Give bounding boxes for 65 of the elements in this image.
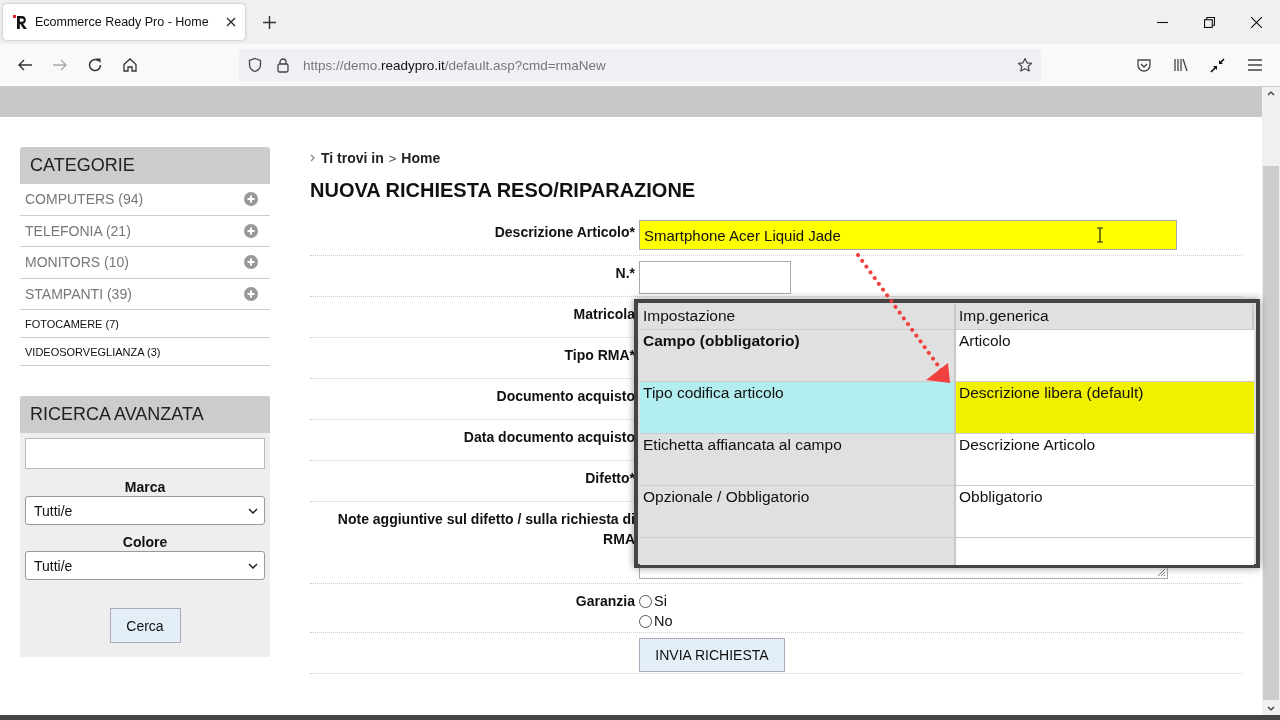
breadcrumb-label: Ti trovi in xyxy=(321,150,384,166)
field-label: Difetto* xyxy=(585,470,635,486)
browser-tab[interactable]: Ecommerce Ready Pro - Home xyxy=(3,4,245,40)
menu-icon[interactable] xyxy=(1247,57,1263,73)
star-icon[interactable] xyxy=(1017,57,1033,73)
address-bar[interactable]: https://demo.readypro.it/default.asp?cmd=rmaNew xyxy=(239,49,1041,81)
lock-icon[interactable] xyxy=(275,57,291,73)
scrollbar[interactable] xyxy=(1262,87,1280,715)
url-text: https://demo.readypro.it/default.asp?cmd=rmaNew xyxy=(303,57,607,73)
reload-icon[interactable] xyxy=(87,57,103,73)
table-cell: Descrizione libera (default) xyxy=(956,382,1254,433)
scrollbar-thumb[interactable] xyxy=(1263,166,1279,700)
shield-icon[interactable] xyxy=(247,57,263,73)
table-cell: Opzionale / Obbligatorio xyxy=(640,486,956,537)
dropdown[interactable]: Tutti/e xyxy=(25,551,265,580)
caret-icon xyxy=(248,507,258,514)
search-button[interactable]: Cerca xyxy=(109,608,181,643)
text-field[interactable] xyxy=(639,261,791,294)
back-icon[interactable] xyxy=(17,57,33,73)
close-icon[interactable] xyxy=(1251,16,1262,28)
filter-label: Colore xyxy=(122,533,168,551)
field-label: Descrizione Articolo* xyxy=(494,224,635,240)
category-item[interactable]: STAMPANTI (39) xyxy=(20,278,270,310)
radio-option[interactable]: No xyxy=(639,611,673,631)
radio-option[interactable]: Si xyxy=(639,591,667,611)
tab-title: Ecommerce Ready Pro - Home xyxy=(35,15,210,29)
table-cell: Obbligatorio xyxy=(956,486,1254,537)
field-label: Documento acquisto xyxy=(496,388,635,404)
close-icon[interactable] xyxy=(226,17,236,27)
category-item[interactable]: MONITORS (10) xyxy=(20,247,270,279)
breadcrumb-link[interactable]: Home xyxy=(401,150,441,166)
submit-button[interactable]: INVIA RICHIESTA xyxy=(639,638,785,672)
dropdown[interactable]: Tutti/e xyxy=(25,496,265,525)
filter-label: Marca xyxy=(124,478,166,496)
table-cell: Tipo codifica articolo xyxy=(640,382,956,433)
text-field[interactable]: Smartphone Acer Liquid Jade xyxy=(639,220,1177,250)
category-item[interactable]: COMPUTERS (94) xyxy=(20,184,270,216)
library-icon[interactable] xyxy=(1173,57,1189,73)
table-cell: Descrizione Articolo xyxy=(956,434,1254,485)
breadcrumb-separator: > xyxy=(388,150,397,166)
caret-icon xyxy=(248,562,258,569)
restore-icon[interactable] xyxy=(1204,16,1215,28)
field-label: N.* xyxy=(615,265,635,281)
search-field[interactable] xyxy=(25,438,265,469)
panel-heading: CATEGORIE xyxy=(20,147,270,184)
pocket-icon[interactable] xyxy=(1136,57,1152,73)
table-cell: Articolo xyxy=(956,330,1254,381)
field-label: Data documento acquisto xyxy=(463,429,635,445)
plus-icon[interactable] xyxy=(263,15,276,29)
home-icon[interactable] xyxy=(122,57,138,73)
panel-heading: RICERCA AVANZATA xyxy=(20,396,270,433)
page-title: NUOVA RICHIESTA RESO/RIPARAZIONE xyxy=(310,179,697,202)
chevron-icon xyxy=(310,154,316,162)
field-label: Note aggiuntive sul difetto / sulla richiesta di RMA xyxy=(337,511,635,547)
logo-icon xyxy=(13,14,29,30)
category-item[interactable]: VIDEOSORVEGLIANZA (3) xyxy=(20,338,270,366)
field-label: Matricola xyxy=(573,306,635,322)
field-label: Garanzia xyxy=(575,593,635,609)
arrows-icon[interactable] xyxy=(1210,57,1226,73)
category-item[interactable]: FOTOCAMERE (7) xyxy=(20,310,270,338)
category-item[interactable]: TELEFONIA (21) xyxy=(20,215,270,247)
text-cursor-icon xyxy=(1096,227,1104,243)
table-cell: Campo (obbligatorio) xyxy=(640,330,956,381)
field-label: Tipo RMA* xyxy=(564,347,635,363)
resize-grip-icon[interactable] xyxy=(1156,567,1166,577)
